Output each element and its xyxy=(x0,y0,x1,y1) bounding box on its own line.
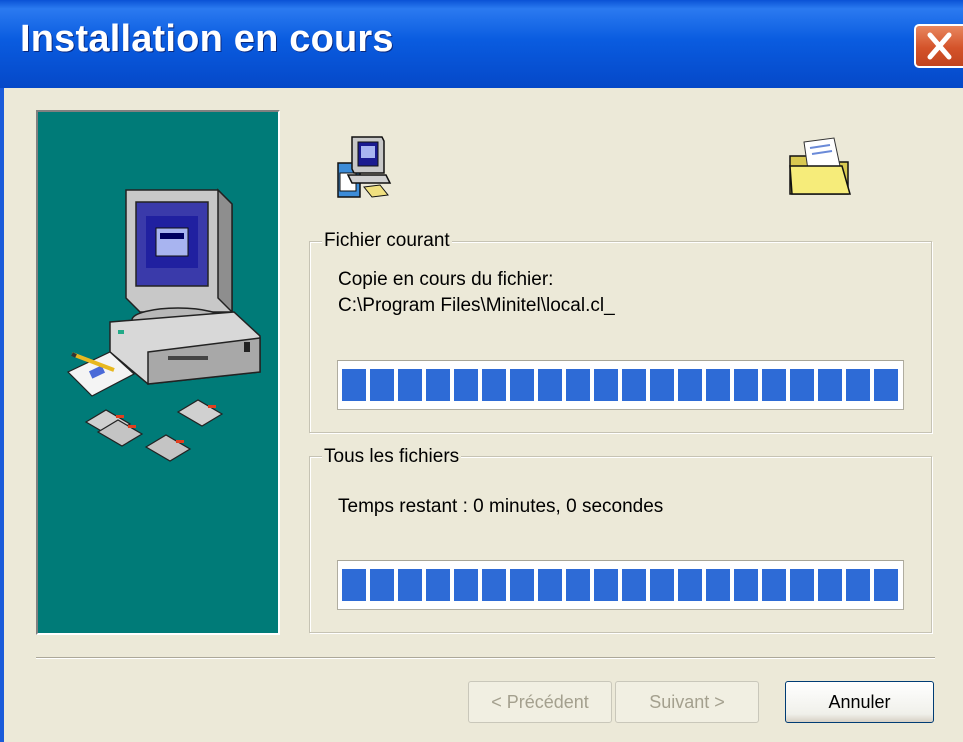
current-file-group-label: Fichier courant xyxy=(322,230,452,252)
current-file-progress-bar xyxy=(337,360,904,410)
progress-segment xyxy=(734,569,758,601)
progress-segment xyxy=(426,569,450,601)
close-button[interactable] xyxy=(914,24,963,68)
all-files-progress-bar xyxy=(337,560,904,610)
progress-segment xyxy=(398,569,422,601)
progress-segment xyxy=(874,369,898,401)
side-illustration-panel xyxy=(36,110,280,635)
computer-with-floppy-disks-illustration xyxy=(66,188,261,462)
computer-setup-icon xyxy=(330,133,396,206)
progress-segment xyxy=(482,369,506,401)
next-button[interactable]: Suivant > xyxy=(615,681,759,723)
progress-segment xyxy=(678,569,702,601)
progress-segment xyxy=(818,569,842,601)
progress-segment xyxy=(594,369,618,401)
all-files-group-label: Tous les fichiers xyxy=(322,446,462,468)
progress-segment xyxy=(566,569,590,601)
progress-segment xyxy=(622,369,646,401)
progress-segment xyxy=(734,369,758,401)
progress-segment xyxy=(762,569,786,601)
progress-segment xyxy=(454,569,478,601)
progress-segment xyxy=(538,369,562,401)
progress-segment xyxy=(706,569,730,601)
progress-segment xyxy=(566,369,590,401)
progress-segment xyxy=(874,569,898,601)
progress-segment xyxy=(370,569,394,601)
window-frame-left xyxy=(0,88,4,742)
all-files-progress-fill xyxy=(342,569,901,601)
progress-segment xyxy=(678,369,702,401)
progress-segment xyxy=(538,569,562,601)
progress-segment xyxy=(426,369,450,401)
progress-segment xyxy=(818,369,842,401)
progress-segment xyxy=(398,369,422,401)
time-remaining-text: Temps restant : 0 minutes, 0 secondes xyxy=(338,496,664,517)
progress-segment xyxy=(482,569,506,601)
progress-segment xyxy=(790,369,814,401)
progress-segment xyxy=(342,569,366,601)
progress-segment xyxy=(510,369,534,401)
progress-segment xyxy=(650,569,674,601)
progress-segment xyxy=(594,569,618,601)
copy-status-text: Copie en cours du fichier: xyxy=(338,269,554,290)
button-separator xyxy=(36,657,935,659)
progress-segment xyxy=(706,369,730,401)
open-folder-icon xyxy=(786,136,854,205)
current-file-path: C:\Program Files\Minitel\local.cl_ xyxy=(338,295,615,316)
progress-segment xyxy=(510,569,534,601)
progress-segment xyxy=(454,369,478,401)
close-icon xyxy=(927,32,952,60)
progress-segment xyxy=(622,569,646,601)
current-file-progress-fill xyxy=(342,369,901,401)
cancel-button[interactable]: Annuler xyxy=(785,681,934,723)
progress-segment xyxy=(762,369,786,401)
progress-segment xyxy=(846,369,870,401)
progress-segment xyxy=(790,569,814,601)
window-title: Installation en cours xyxy=(20,18,394,60)
progress-segment xyxy=(846,569,870,601)
progress-segment xyxy=(342,369,366,401)
back-button[interactable]: < Précédent xyxy=(468,681,612,723)
title-bar[interactable]: Installation en cours xyxy=(0,0,963,88)
progress-segment xyxy=(370,369,394,401)
progress-segment xyxy=(650,369,674,401)
